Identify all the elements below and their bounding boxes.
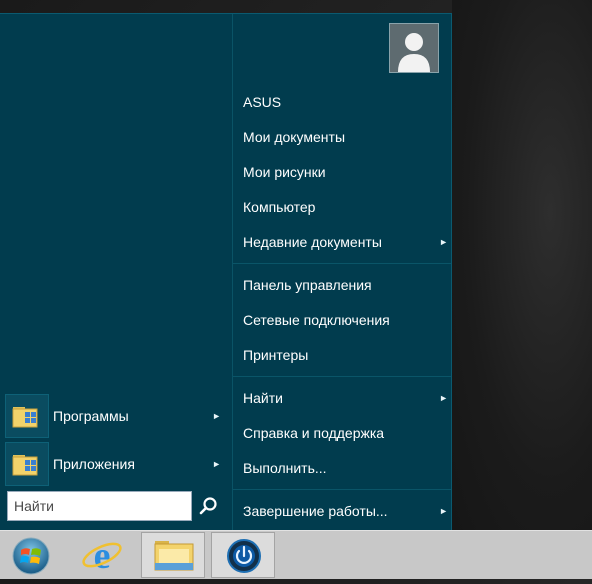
user-name-label: ASUS bbox=[243, 94, 282, 110]
start-menu: Программы ► Приложения ► Найти ASUS Мои … bbox=[0, 13, 452, 530]
programs-item[interactable]: Программы ► bbox=[5, 394, 227, 438]
svg-text:e: e bbox=[94, 535, 111, 577]
search-label: Найти bbox=[243, 390, 283, 406]
programs-folder-icon bbox=[5, 394, 49, 438]
chevron-right-icon: ► bbox=[212, 459, 221, 469]
magnifier-icon bbox=[199, 497, 217, 515]
my-documents-label: Мои документы bbox=[243, 129, 346, 145]
menu-divider bbox=[233, 376, 451, 377]
search-link[interactable]: Найти ► bbox=[243, 383, 448, 413]
computer-link[interactable]: Компьютер bbox=[243, 192, 448, 222]
apps-folder-icon bbox=[5, 442, 49, 486]
start-orb-button[interactable] bbox=[0, 532, 64, 578]
run-link[interactable]: Выполнить... bbox=[243, 453, 448, 483]
start-menu-left-pane: Программы ► Приложения ► bbox=[0, 14, 232, 530]
programs-label: Программы bbox=[53, 408, 129, 424]
taskbar: e bbox=[0, 530, 592, 579]
printers-link[interactable]: Принтеры bbox=[243, 340, 448, 370]
apps-item[interactable]: Приложения ► bbox=[5, 442, 227, 486]
my-pictures-link[interactable]: Мои рисунки bbox=[243, 157, 448, 187]
recent-documents-label: Недавние документы bbox=[243, 234, 382, 250]
my-pictures-label: Мои рисунки bbox=[243, 164, 326, 180]
shutdown-link[interactable]: Завершение работы... ► bbox=[243, 496, 448, 526]
user-silhouette-icon bbox=[398, 33, 430, 72]
network-connections-label: Сетевые подключения bbox=[243, 312, 390, 328]
apps-label: Приложения bbox=[53, 456, 135, 472]
menu-divider bbox=[233, 489, 451, 490]
search-input[interactable] bbox=[7, 491, 192, 521]
power-app-button[interactable] bbox=[211, 532, 275, 578]
power-icon bbox=[227, 539, 261, 573]
run-label: Выполнить... bbox=[243, 460, 327, 476]
file-explorer-button[interactable] bbox=[141, 532, 205, 578]
computer-label: Компьютер bbox=[243, 199, 316, 215]
user-avatar[interactable] bbox=[389, 23, 439, 73]
internet-explorer-button[interactable]: e bbox=[70, 532, 134, 578]
chevron-right-icon: ► bbox=[212, 411, 221, 421]
start-menu-right-pane: ASUS Мои документы Мои рисунки Компьютер… bbox=[232, 14, 451, 530]
my-documents-link[interactable]: Мои документы bbox=[243, 122, 448, 152]
search-button[interactable] bbox=[196, 493, 222, 519]
user-name-link[interactable]: ASUS bbox=[243, 87, 448, 117]
chevron-right-icon: ► bbox=[439, 393, 448, 403]
desktop-background bbox=[452, 0, 592, 530]
help-support-label: Справка и поддержка bbox=[243, 425, 385, 441]
ie-icon: e bbox=[82, 535, 122, 577]
recent-documents-link[interactable]: Недавние документы ► bbox=[243, 227, 448, 257]
shutdown-label: Завершение работы... bbox=[243, 503, 388, 519]
control-panel-label: Панель управления bbox=[243, 277, 372, 293]
network-connections-link[interactable]: Сетевые подключения bbox=[243, 305, 448, 335]
menu-divider bbox=[233, 263, 451, 264]
chevron-right-icon: ► bbox=[439, 506, 448, 516]
control-panel-link[interactable]: Панель управления bbox=[243, 270, 448, 300]
start-orb-icon bbox=[12, 537, 50, 575]
printers-label: Принтеры bbox=[243, 347, 309, 363]
chevron-right-icon: ► bbox=[439, 237, 448, 247]
folder-icon bbox=[154, 541, 194, 571]
help-support-link[interactable]: Справка и поддержка bbox=[243, 418, 448, 448]
